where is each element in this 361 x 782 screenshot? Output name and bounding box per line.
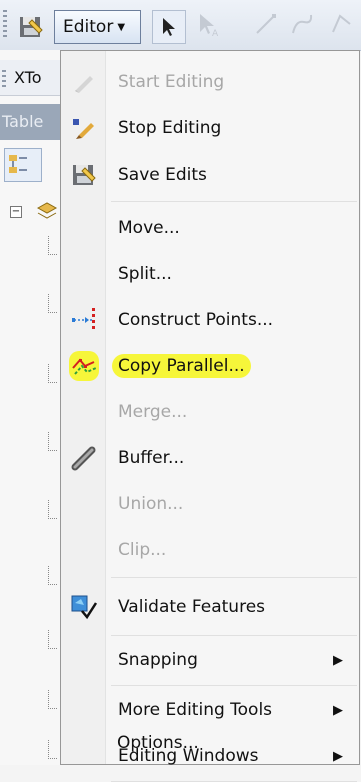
menu-item-move[interactable]: Move... <box>61 205 359 251</box>
menu-item-snapping[interactable]: Snapping ▶ <box>61 637 359 683</box>
menu-separator <box>111 201 357 202</box>
menu-item-label: Stop Editing <box>118 118 222 138</box>
xtool-toolbar-tab[interactable]: XTo <box>0 60 60 96</box>
menu-item-label: Options... <box>117 733 199 753</box>
menu-item-buffer[interactable]: Buffer... <box>61 435 359 481</box>
editor-dropdown-menu: Start Editing Stop Editing Save Edits Mo… <box>60 50 360 782</box>
table-tab-label: Table <box>2 112 44 131</box>
menu-item-construct-points[interactable]: Construct Points... <box>61 297 359 343</box>
tree-collapse-toggle[interactable]: − <box>10 206 22 218</box>
submenu-arrow-icon: ▶ <box>333 702 343 718</box>
svg-text:A: A <box>212 29 219 38</box>
menu-separator <box>111 635 357 636</box>
trace-tool-icon[interactable] <box>290 12 314 42</box>
menu-item-save-edits[interactable]: Save Edits <box>61 151 359 199</box>
layers-icon <box>36 200 58 222</box>
menu-separator <box>111 685 357 686</box>
toolbar-grip <box>2 70 6 88</box>
menu-item-label: Construct Points... <box>118 310 274 330</box>
chevron-down-icon: ▼ <box>117 21 126 33</box>
xtool-tab-label: XTo <box>14 68 42 87</box>
toolbar-grip[interactable] <box>3 10 7 40</box>
menu-item-label: Split... <box>118 264 172 284</box>
save-edits-icon <box>69 160 99 190</box>
menu-item-label: Save Edits <box>118 165 207 185</box>
tree-connector <box>48 630 57 649</box>
menu-item-label: Copy Parallel... <box>112 354 251 378</box>
menu-item-label: Validate Features <box>118 597 266 617</box>
tree-connector <box>48 236 57 255</box>
stop-editing-icon <box>69 113 99 143</box>
menu-item-stop-editing[interactable]: Stop Editing <box>61 105 359 151</box>
menu-item-clip[interactable]: Clip... <box>61 527 359 573</box>
tree-connector <box>48 364 57 383</box>
buffer-icon <box>69 443 99 473</box>
editor-menu-button[interactable]: Editor ▼ <box>54 10 141 44</box>
menu-item-merge[interactable]: Merge... <box>61 389 359 435</box>
editor-toolbar-icon[interactable] <box>16 12 46 42</box>
tree-connector <box>48 432 57 451</box>
menu-item-copy-parallel[interactable]: Copy Parallel... <box>61 343 359 389</box>
tree-connector <box>48 566 57 585</box>
right-angle-icon[interactable] <box>330 12 354 42</box>
tree-connector <box>48 294 57 313</box>
edit-annotation-tool-icon[interactable]: A <box>196 12 222 44</box>
edit-tool-button[interactable] <box>152 10 186 44</box>
menu-item-label: Clip... <box>118 540 167 560</box>
menu-item-label: Move... <box>118 218 180 238</box>
tree-connector <box>48 500 57 519</box>
tree-connector <box>48 690 57 709</box>
layers-list-icon <box>9 155 27 173</box>
pointer-arrow-icon <box>163 18 175 36</box>
menu-item-start-editing[interactable]: Start Editing <box>61 59 359 105</box>
list-by-drawing-order-button[interactable] <box>4 148 42 182</box>
menu-item-validate-features[interactable]: Validate Features <box>61 581 359 633</box>
menu-item-label: Start Editing <box>118 72 225 92</box>
validate-features-icon <box>69 592 99 622</box>
straight-segment-icon[interactable] <box>254 12 278 42</box>
menu-item-union[interactable]: Union... <box>61 481 359 527</box>
copy-parallel-icon <box>69 351 99 381</box>
menu-item-split[interactable]: Split... <box>61 251 359 297</box>
submenu-arrow-icon: ▶ <box>333 652 343 668</box>
tree-connector <box>48 740 57 759</box>
menu-item-label: Snapping <box>118 650 198 670</box>
table-of-contents-title: Table <box>0 104 60 140</box>
menu-item-label: Merge... <box>118 402 188 422</box>
start-editing-icon <box>69 67 99 97</box>
editor-menu-label: Editor <box>63 17 114 37</box>
menu-separator <box>111 577 357 578</box>
construct-points-icon <box>69 305 99 335</box>
menu-item-label: Buffer... <box>118 448 185 468</box>
menu-item-label: Union... <box>118 494 184 514</box>
menu-item-options[interactable]: Options... <box>60 722 358 764</box>
menu-item-label: More Editing Tools <box>118 700 273 720</box>
editor-toolbar: Editor ▼ A <box>0 0 361 51</box>
